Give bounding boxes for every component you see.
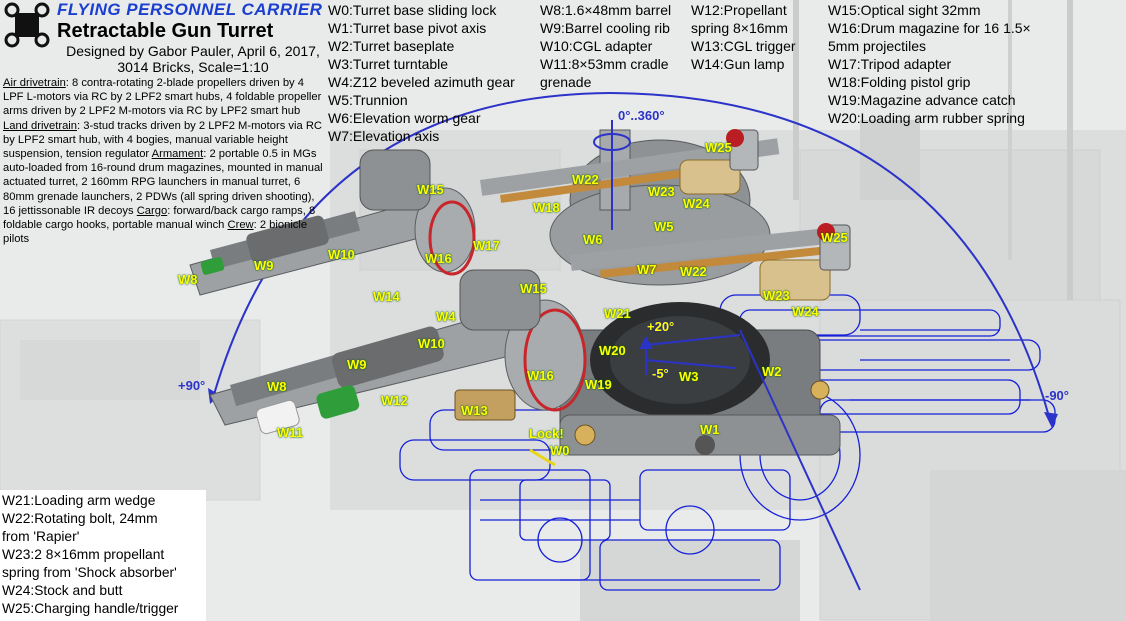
angle-right: -90°	[1045, 388, 1069, 403]
part-label-w20: W20	[599, 343, 626, 358]
designer-credit: Designed by Gabor Pauler, April 6, 2017,…	[66, 43, 320, 75]
legend-item: 5mm projectiles	[828, 38, 927, 54]
part-label-w9b: W9	[347, 357, 367, 372]
part-label-w0: W0	[550, 443, 570, 458]
legend-item: grenade	[540, 74, 592, 90]
logo-icon	[4, 2, 50, 48]
legend-col-4: W15:Optical sight 32mm W16:Drum magazine…	[828, 1, 1031, 127]
part-label-w6: W6	[583, 232, 603, 247]
part-label-w23b: W23	[763, 288, 790, 303]
legend-item: W14:Gun lamp	[691, 56, 785, 72]
part-label-w7: W7	[637, 262, 657, 277]
desc-label: Air drivetrain	[3, 77, 66, 89]
part-label-w24: W24	[683, 196, 710, 211]
part-label-w18: W18	[533, 200, 560, 215]
legend-item: W6:Elevation worm gear	[328, 110, 481, 126]
legend-item: W22:Rotating bolt, 24mm	[2, 511, 158, 526]
angle-left: +90°	[178, 378, 206, 393]
description-block: Air drivetrain: 8 contra-rotating 2-blad…	[3, 76, 325, 246]
legend-item: W23:2 8×16mm propellant	[2, 547, 165, 562]
legend-item: spring from 'Shock absorber'	[2, 565, 177, 580]
legend-item: W9:Barrel cooling rib	[540, 20, 670, 36]
legend-item: W0:Turret base sliding lock	[328, 2, 497, 18]
part-label-w4: W4	[436, 309, 456, 324]
part-label-w12: W12	[381, 393, 408, 408]
part-label-w8b: W8	[267, 379, 287, 394]
legend-col-1: W0:Turret base sliding lock W1:Turret ba…	[328, 1, 515, 145]
part-label-w5: W5	[654, 219, 674, 234]
legend-item: W19:Magazine advance catch	[828, 92, 1016, 108]
legend-item: W21:Loading arm wedge	[2, 493, 156, 508]
part-label-w16b: W16	[527, 368, 554, 383]
lock-label: Lock!	[529, 426, 564, 441]
legend-col-2: W8:1.6×48mm barrel W9:Barrel cooling rib…	[540, 1, 671, 91]
legend-item: W16:Drum magazine for 16 1.5×	[828, 20, 1031, 36]
legend-item: spring 8×16mm	[691, 20, 788, 36]
part-label-w8: W8	[178, 272, 198, 287]
part-label-w19: W19	[585, 377, 612, 392]
part-label-w25: W25	[705, 140, 732, 155]
angle-azimuth: 0°..360°	[618, 108, 665, 123]
part-label-w14: W14	[373, 289, 400, 304]
part-label-w22b: W22	[680, 264, 707, 279]
part-label-w9: W9	[254, 258, 274, 273]
legend-item: W5:Trunnion	[328, 92, 408, 108]
desc-label: Cargo	[136, 204, 168, 217]
part-label-w16: W16	[425, 251, 452, 266]
part-label-w15: W15	[417, 182, 444, 197]
legend-item: W25:Charging handle/trigger	[2, 601, 179, 616]
legend-item: W20:Loading arm rubber spring	[828, 110, 1025, 126]
angle-down: -5°	[652, 366, 669, 381]
diagram-canvas: FLYING PERSONNEL CARRIER Retractable Gun…	[0, 0, 1126, 621]
part-label-w22: W22	[572, 172, 599, 187]
title-line-1: FLYING PERSONNEL CARRIER	[57, 0, 323, 19]
desc-label: Land drivetrain	[3, 119, 78, 132]
part-label-w2: W2	[762, 364, 782, 379]
part-label-w15b: W15	[520, 281, 547, 296]
legend-item: W4:Z12 beveled azimuth gear	[328, 74, 515, 90]
part-label-w21: W21	[604, 306, 631, 321]
part-label-w24b: W24	[792, 304, 819, 319]
legend-item: W18:Folding pistol grip	[828, 74, 971, 90]
part-label-w25b: W25	[821, 230, 848, 245]
legend-item: from 'Rapier'	[2, 529, 80, 544]
legend-item: W3:Turret turntable	[328, 56, 449, 72]
part-label-w23: W23	[648, 184, 675, 199]
part-label-w1: W1	[700, 422, 720, 437]
part-label-w17: W17	[473, 238, 500, 253]
angle-up: +20°	[647, 319, 675, 334]
legend-item: W13:CGL trigger	[691, 38, 796, 54]
legend-bottom-box: W21:Loading arm wedge W22:Rotating bolt,…	[0, 490, 206, 621]
legend-item: W15:Optical sight 32mm	[828, 2, 981, 18]
legend-item: W10:CGL adapter	[540, 38, 653, 54]
desc-label: Crew	[227, 219, 254, 232]
part-label-w11: W11	[277, 425, 304, 440]
legend-item: W8:1.6×48mm barrel	[540, 2, 672, 18]
title-line-2: Retractable Gun Turret	[57, 20, 274, 42]
legend-item: W2:Turret baseplate	[328, 38, 455, 54]
legend-item: W7:Elevation axis	[328, 128, 440, 144]
desc-label: Armament	[151, 148, 204, 161]
legend-item: W24:Stock and butt	[2, 583, 123, 598]
part-label-w10b: W10	[418, 336, 445, 351]
legend-bottom-list: W21:Loading arm wedge W22:Rotating bolt,…	[2, 492, 178, 618]
legend-col-3: W12:Propellant spring 8×16mm W13:CGL tri…	[691, 1, 796, 73]
part-label-w10: W10	[328, 247, 355, 262]
legend-item: W11:8×53mm cradle	[540, 56, 669, 72]
legend-item: W12:Propellant	[691, 2, 787, 18]
part-label-w13: W13	[461, 403, 488, 418]
legend-item: W17:Tripod adapter	[828, 56, 952, 72]
part-label-w3: W3	[679, 369, 699, 384]
legend-item: W1:Turret base pivot axis	[328, 20, 487, 36]
